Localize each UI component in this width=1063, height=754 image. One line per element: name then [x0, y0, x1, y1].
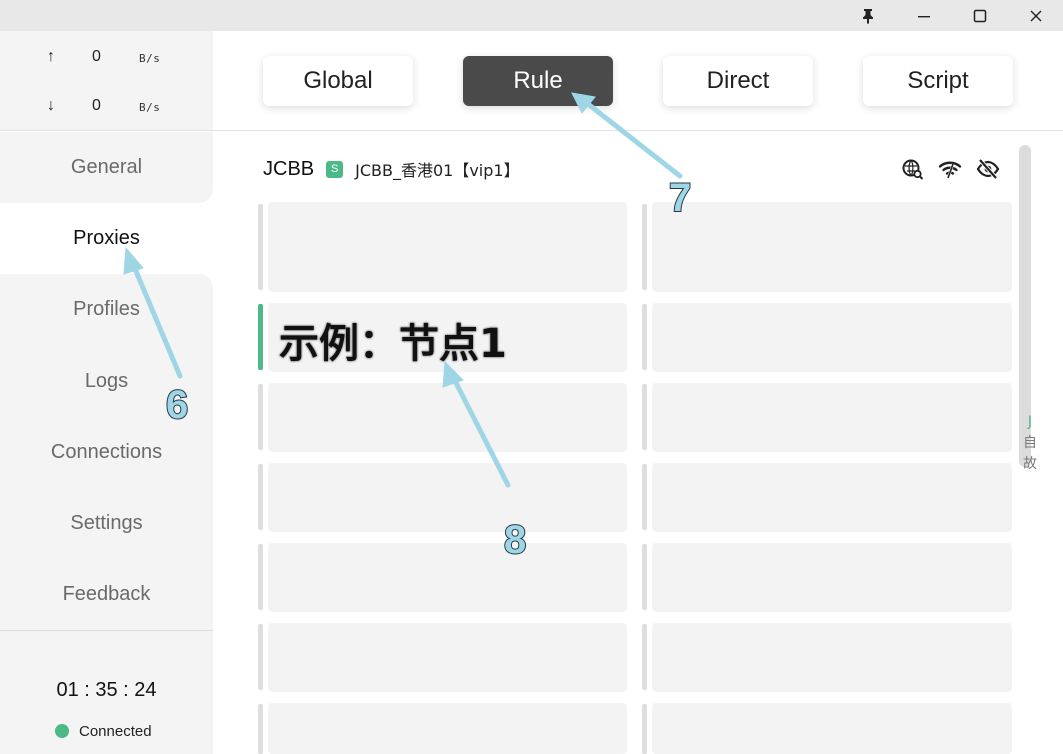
proxy-card[interactable]	[268, 383, 627, 452]
status-label: Connected	[79, 722, 152, 740]
card-indicator	[258, 204, 263, 290]
maximize-icon[interactable]	[952, 0, 1008, 31]
mode-global-button[interactable]: Global	[263, 56, 413, 106]
card-indicator	[258, 704, 263, 754]
upload-unit: B/s	[139, 52, 161, 65]
close-icon[interactable]	[1008, 0, 1063, 31]
proxy-card[interactable]	[268, 202, 627, 292]
mode-rule-button[interactable]: Rule	[463, 56, 613, 106]
proxy-card[interactable]	[268, 463, 627, 532]
annotation-number-6: 6	[165, 382, 189, 428]
divider	[0, 630, 213, 631]
card-indicator	[258, 464, 263, 530]
download-unit: B/s	[139, 101, 161, 114]
group-type-badge: S	[326, 160, 344, 178]
card-indicator	[642, 384, 647, 450]
hide-icon[interactable]	[976, 157, 1000, 181]
sidebar-item-proxies[interactable]: Proxies	[0, 203, 213, 274]
minimize-icon[interactable]	[896, 0, 952, 31]
sidebar-item-general[interactable]: General	[0, 132, 213, 203]
alphabet-index[interactable]: J 自 故	[1020, 412, 1040, 475]
card-indicator	[642, 704, 647, 754]
mode-script-button[interactable]: Script	[863, 56, 1013, 106]
upload-arrow-icon: ↑	[47, 48, 55, 65]
proxy-group-header[interactable]: JCBB S JCBB_香港01【vip1】	[263, 157, 520, 181]
annotation-number-7: 7	[668, 175, 692, 221]
proxy-card[interactable]	[652, 202, 1012, 292]
connection-status: Connected	[55, 721, 152, 741]
index-letter[interactable]: J	[1020, 412, 1040, 433]
pin-icon[interactable]	[840, 0, 896, 31]
wifi-icon[interactable]	[938, 157, 962, 181]
proxy-card[interactable]	[268, 623, 627, 692]
uptime-clock: 01 : 35 : 24	[56, 679, 157, 701]
proxy-card[interactable]	[652, 303, 1012, 372]
card-indicator	[642, 544, 647, 610]
proxy-card-label: 示例：节点1	[279, 321, 508, 368]
card-indicator	[642, 624, 647, 690]
card-indicator	[258, 384, 263, 450]
latency-test-icon[interactable]	[901, 157, 925, 181]
proxy-card[interactable]	[652, 623, 1012, 692]
download-arrow-icon: ↓	[47, 97, 55, 114]
sidebar-item-feedback[interactable]: Feedback	[0, 559, 213, 630]
mode-direct-button[interactable]: Direct	[663, 56, 813, 106]
upload-speed: ↑ 0 B/s	[0, 46, 213, 70]
upload-value: 0	[92, 48, 101, 65]
proxy-card[interactable]	[268, 543, 627, 612]
index-char[interactable]: 故	[1020, 454, 1040, 475]
proxy-card[interactable]	[652, 383, 1012, 452]
proxy-card[interactable]	[268, 703, 627, 754]
proxy-group-name: JCBB	[263, 157, 315, 180]
card-indicator	[642, 204, 647, 290]
card-indicator	[642, 464, 647, 530]
card-indicator	[258, 544, 263, 610]
sidebar-item-settings[interactable]: Settings	[0, 488, 213, 559]
sidebar-item-profiles[interactable]: Profiles	[0, 274, 213, 345]
download-value: 0	[92, 97, 101, 114]
card-indicator	[642, 304, 647, 370]
index-char[interactable]: 自	[1020, 433, 1040, 454]
proxy-card[interactable]	[652, 543, 1012, 612]
card-indicator	[258, 624, 263, 690]
card-indicator-active	[258, 304, 263, 370]
title-bar	[0, 0, 1063, 31]
selected-proxy-name: JCBB_香港01【vip1】	[355, 161, 520, 180]
status-dot-icon	[55, 724, 69, 738]
annotation-number-8: 8	[503, 517, 527, 563]
main-panel: Global Rule Direct Script JCBB S JCBB_香港…	[213, 31, 1063, 754]
proxy-card[interactable]	[652, 463, 1012, 532]
proxy-card[interactable]	[652, 703, 1012, 754]
download-speed: ↓ 0 B/s	[0, 95, 213, 119]
divider	[213, 130, 1063, 131]
